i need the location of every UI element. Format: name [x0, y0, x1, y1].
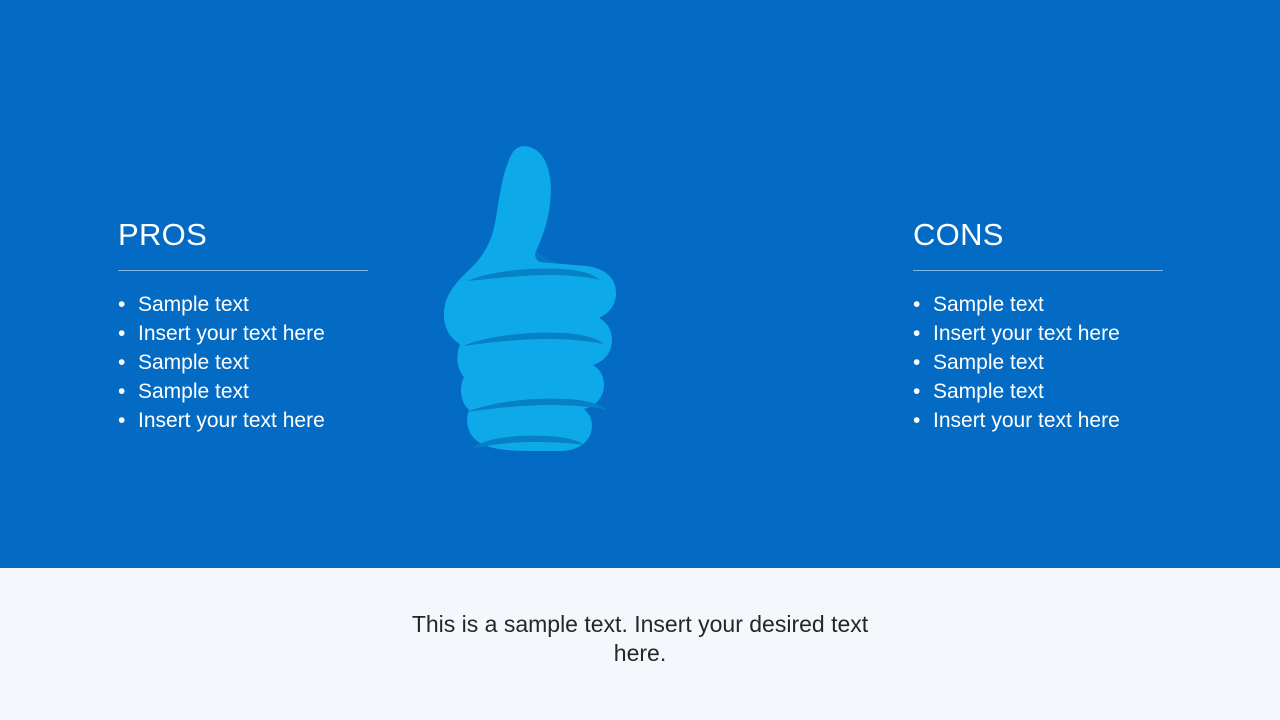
list-item: • Sample text: [118, 377, 458, 406]
cons-column: CONS • Sample text • Insert your text he…: [913, 216, 1253, 435]
list-item-label: Sample text: [933, 293, 1044, 316]
bullet-dot-icon: •: [913, 322, 921, 345]
bullet-dot-icon: •: [118, 293, 126, 316]
bullet-dot-icon: •: [913, 409, 921, 432]
list-item-label: Sample text: [933, 380, 1044, 403]
list-item: • Insert your text here: [118, 406, 458, 435]
list-item: • Insert your text here: [913, 319, 1253, 348]
bullet-dot-icon: •: [118, 409, 126, 432]
thumbs-up-icon: [444, 146, 616, 452]
bullet-dot-icon: •: [913, 293, 921, 316]
pros-bullet-list: • Sample text • Insert your text here • …: [118, 290, 458, 435]
cons-heading: CONS: [913, 217, 1004, 252]
slide: PROS • Sample text • Insert your text he…: [0, 0, 1280, 720]
list-item: • Insert your text here: [913, 406, 1253, 435]
list-item: • Sample text: [118, 348, 458, 377]
caption-band: This is a sample text. Insert your desir…: [0, 568, 1280, 720]
list-item-label: Insert your text here: [933, 322, 1120, 345]
list-item-label: Insert your text here: [138, 409, 325, 432]
bullet-dot-icon: •: [913, 351, 921, 374]
bullet-dot-icon: •: [118, 380, 126, 403]
pros-column: PROS • Sample text • Insert your text he…: [118, 216, 458, 435]
list-item: • Insert your text here: [118, 319, 458, 348]
cons-bullet-list: • Sample text • Insert your text here • …: [913, 290, 1253, 435]
bullet-dot-icon: •: [118, 351, 126, 374]
list-item: • Sample text: [913, 377, 1253, 406]
pros-heading: PROS: [118, 217, 208, 252]
caption-text: This is a sample text. Insert your desir…: [411, 611, 869, 666]
list-item-label: Insert your text here: [933, 409, 1120, 432]
bullet-dot-icon: •: [118, 322, 126, 345]
hands-illustration: [420, 130, 840, 500]
bullet-dot-icon: •: [913, 380, 921, 403]
list-item-label: Sample text: [138, 351, 249, 374]
list-item: • Sample text: [913, 290, 1253, 319]
cons-heading-rule: [913, 270, 1163, 271]
pros-heading-rule: [118, 270, 368, 271]
list-item: • Sample text: [913, 348, 1253, 377]
list-item-label: Sample text: [138, 380, 249, 403]
list-item-label: Sample text: [138, 293, 249, 316]
list-item-label: Insert your text here: [138, 322, 325, 345]
list-item: • Sample text: [118, 290, 458, 319]
list-item-label: Sample text: [933, 351, 1044, 374]
